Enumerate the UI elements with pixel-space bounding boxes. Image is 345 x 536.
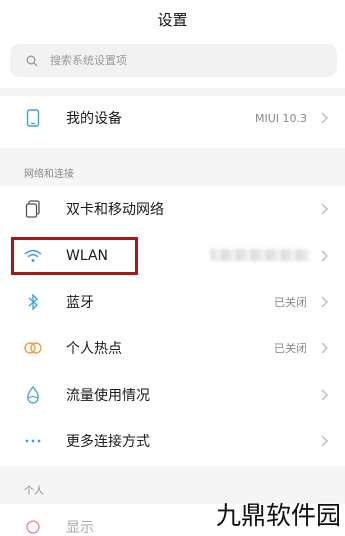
hotspot-status: 已关闭 [274, 342, 307, 355]
chevron-right-icon [321, 250, 328, 262]
hotspot-icon [24, 339, 42, 357]
data-usage-icon [24, 386, 42, 404]
bluetooth-status: 已关闭 [274, 296, 307, 309]
chevron-right-icon [321, 203, 328, 215]
sidebar-item-dual-sim[interactable]: 双卡和移动网络 [0, 186, 345, 232]
more-dots-icon [24, 432, 42, 450]
my-device-row[interactable]: 我的设备 MIUI 10.3 [0, 95, 345, 141]
section-title-network: 网络和连接 [24, 169, 74, 180]
wlan-highlight-box [11, 237, 138, 275]
chevron-right-icon [321, 296, 328, 308]
bluetooth-icon [24, 293, 42, 311]
chevron-right-icon [321, 342, 328, 354]
hotspot-row[interactable]: 个人热点 已关闭 [0, 325, 345, 371]
more-connections-row[interactable]: 更多连接方式 [0, 418, 345, 464]
sim-cards-icon [24, 200, 42, 218]
more-connections-label: 更多连接方式 [66, 434, 150, 450]
bluetooth-label: 蓝牙 [66, 295, 94, 311]
chevron-right-icon [321, 112, 328, 124]
chevron-right-icon [321, 389, 328, 401]
chevron-right-icon [321, 435, 328, 447]
hotspot-label: 个人热点 [66, 341, 122, 357]
dual-sim-label: 双卡和移动网络 [66, 202, 164, 218]
phone-icon [24, 109, 42, 127]
display-label: 显示 [66, 520, 94, 536]
miui-version: MIUI 10.3 [254, 111, 307, 125]
search-input[interactable] [50, 54, 300, 67]
data-usage-label: 流量使用情况 [66, 388, 150, 404]
display-icon [24, 518, 42, 536]
data-usage-row[interactable]: 流量使用情况 [0, 372, 345, 418]
bluetooth-row[interactable]: 蓝牙 已关闭 [0, 279, 345, 325]
my-device-label: 我的设备 [66, 111, 122, 127]
watermark-text: 九鼎软件园 [215, 501, 341, 530]
search-icon [26, 55, 38, 66]
page-title: 设置 [157, 10, 188, 29]
page-title-bar: 设置 [0, 0, 345, 38]
search-bar[interactable] [10, 44, 337, 77]
section-title-personal: 个人 [24, 486, 44, 497]
redacted-network-name [210, 249, 310, 261]
